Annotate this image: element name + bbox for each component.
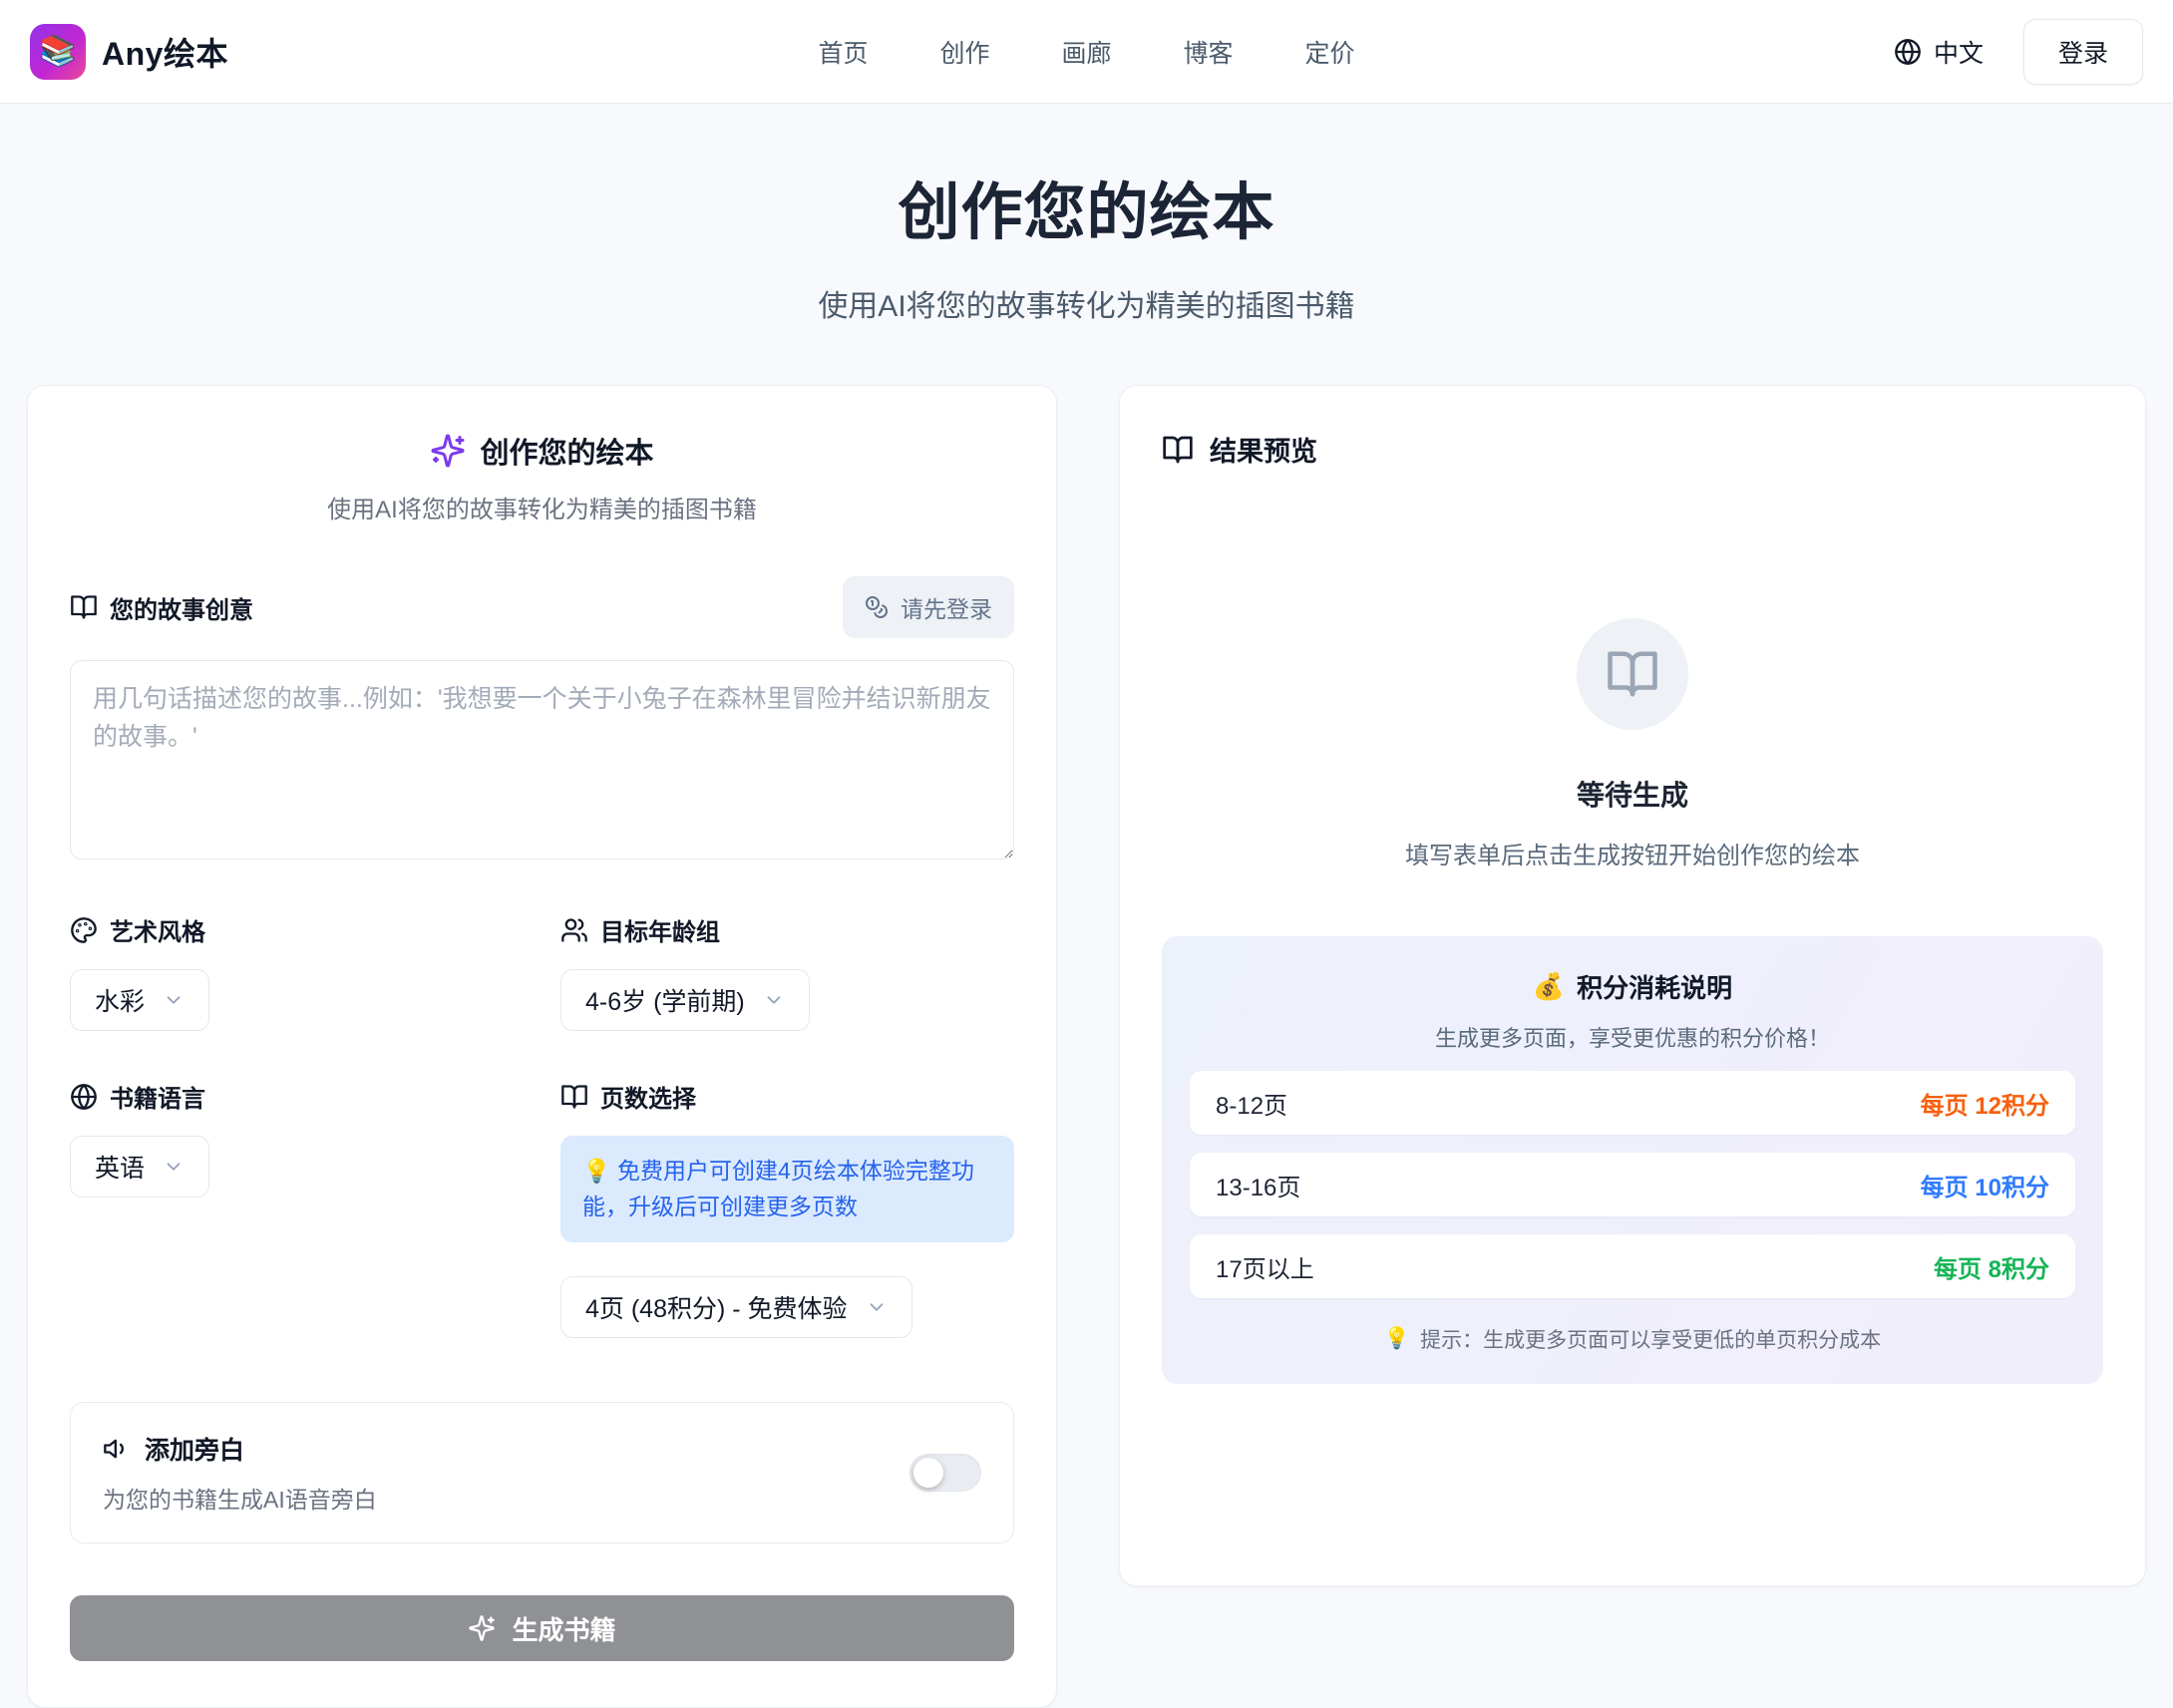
bulb-emoji: 💡 — [1384, 1327, 1410, 1351]
brand[interactable]: 📚 Any绘本 — [30, 24, 228, 80]
users-icon — [560, 916, 588, 944]
story-idea-label: 您的故事创意 — [110, 590, 253, 625]
narration-title: 添加旁白 — [145, 1431, 244, 1467]
bulb-emoji: 💡 — [582, 1158, 611, 1184]
globe-icon — [70, 1083, 98, 1111]
tier-price: 每页 8积分 — [1934, 1249, 2049, 1284]
book-language-label: 书籍语言 — [110, 1079, 205, 1114]
pages-label: 页数选择 — [600, 1079, 696, 1114]
chevron-down-icon — [763, 989, 785, 1011]
credits-subtitle: 生成更多页面，享受更优惠的积分价格！ — [1190, 1021, 2075, 1053]
nav-item-gallery[interactable]: 画廊 — [1061, 34, 1111, 70]
preview-card-title: 结果预览 — [1210, 430, 1317, 469]
money-bag-emoji: 💰 — [1533, 971, 1565, 1002]
nav-item-create[interactable]: 创作 — [939, 34, 989, 70]
age-group-label: 目标年龄组 — [600, 912, 720, 947]
narration-description: 为您的书籍生成AI语音旁白 — [103, 1481, 377, 1515]
generate-book-button[interactable]: 生成书籍 — [70, 1595, 1014, 1661]
nav-item-home[interactable]: 首页 — [818, 34, 868, 70]
app-logo-icon: 📚 — [30, 24, 86, 80]
tier-range: 8-12页 — [1216, 1086, 1287, 1121]
speaker-icon — [103, 1435, 131, 1463]
language-switcher[interactable]: 中文 — [1894, 34, 1984, 70]
nav-item-pricing[interactable]: 定价 — [1305, 34, 1355, 70]
book-open-icon — [1606, 647, 1659, 701]
chevron-down-icon — [163, 989, 184, 1011]
tier-price: 每页 10积分 — [1921, 1168, 2049, 1202]
tier-range: 13-16页 — [1216, 1168, 1300, 1202]
art-style-value: 水彩 — [95, 982, 145, 1018]
narration-option: 添加旁白 为您的书籍生成AI语音旁白 — [70, 1402, 1014, 1543]
login-button[interactable]: 登录 — [2023, 19, 2143, 85]
book-open-icon — [1162, 434, 1194, 466]
narration-toggle[interactable] — [909, 1454, 981, 1492]
age-group-value: 4-6岁 (学前期) — [585, 982, 745, 1018]
credit-tier-row: 17页以上 每页 8积分 — [1190, 1234, 2075, 1298]
credit-tier-row: 13-16页 每页 10积分 — [1190, 1153, 2075, 1216]
book-language-select[interactable]: 英语 — [70, 1136, 209, 1197]
chevron-down-icon — [163, 1156, 184, 1178]
books-emoji: 📚 — [39, 34, 76, 69]
globe-icon — [1894, 38, 1922, 66]
form-card-subtitle: 使用AI将您的故事转化为精美的插图书籍 — [70, 490, 1014, 524]
form-card-title: 创作您的绘本 — [480, 430, 653, 472]
login-first-label: 请先登录 — [901, 590, 992, 624]
login-first-button[interactable]: 请先登录 — [843, 576, 1014, 638]
pages-select[interactable]: 4页 (48积分) - 免费体验 — [560, 1276, 912, 1338]
tier-range: 17页以上 — [1216, 1249, 1314, 1284]
art-style-label: 艺术风格 — [110, 912, 205, 947]
book-open-icon — [70, 593, 98, 621]
credits-info-panel: 💰 积分消耗说明 生成更多页面，享受更优惠的积分价格！ 8-12页 每页 12积… — [1162, 936, 2103, 1384]
credit-tier-row: 8-12页 每页 12积分 — [1190, 1071, 2075, 1135]
empty-preview-state: 等待生成 填写表单后点击生成按钮开始创作您的绘本 — [1162, 618, 2103, 870]
toggle-knob — [913, 1458, 943, 1488]
tier-price: 每页 12积分 — [1921, 1086, 2049, 1121]
creation-form-card: 创作您的绘本 使用AI将您的故事转化为精美的插图书籍 您的故事创意 请先登录 — [27, 385, 1057, 1708]
pages-value: 4页 (48积分) - 免费体验 — [585, 1289, 848, 1325]
empty-state-title: 等待生成 — [1162, 774, 2103, 814]
free-tier-notice-text: 免费用户可创建4页绘本体验完整功能，升级后可创建更多页数 — [582, 1158, 974, 1219]
nav-item-blog[interactable]: 博客 — [1184, 34, 1234, 70]
free-tier-notice: 💡 免费用户可创建4页绘本体验完整功能，升级后可创建更多页数 — [560, 1136, 1014, 1242]
art-style-select[interactable]: 水彩 — [70, 969, 209, 1031]
hero-section: 创作您的绘本 使用AI将您的故事转化为精美的插图书籍 — [0, 104, 2173, 325]
credits-title: 积分消耗说明 — [1577, 968, 1732, 1005]
main-nav: 首页 创作 画廊 博客 定价 — [818, 34, 1354, 70]
page-subtitle: 使用AI将您的故事转化为精美的插图书籍 — [0, 281, 2173, 325]
page-title: 创作您的绘本 — [0, 162, 2173, 251]
top-navbar: 📚 Any绘本 首页 创作 画廊 博客 定价 中文 登录 — [0, 0, 2173, 104]
credits-tip-text: 提示：生成更多页面可以享受更低的单页积分成本 — [1420, 1324, 1881, 1354]
chevron-down-icon — [866, 1296, 888, 1318]
language-label: 中文 — [1934, 34, 1984, 70]
coins-icon — [865, 595, 889, 619]
app-title: Any绘本 — [102, 29, 228, 75]
sparkles-icon — [468, 1614, 496, 1642]
age-group-select[interactable]: 4-6岁 (学前期) — [560, 969, 810, 1031]
palette-icon — [70, 916, 98, 944]
story-idea-input[interactable] — [70, 660, 1014, 859]
book-language-value: 英语 — [95, 1149, 145, 1185]
empty-state-circle — [1577, 618, 1688, 730]
empty-state-description: 填写表单后点击生成按钮开始创作您的绘本 — [1162, 836, 2103, 870]
generate-book-label: 生成书籍 — [512, 1610, 615, 1647]
book-open-icon — [560, 1083, 588, 1111]
result-preview-card: 结果预览 等待生成 填写表单后点击生成按钮开始创作您的绘本 💰 积分消耗说明 生… — [1119, 385, 2146, 1586]
sparkles-icon — [430, 433, 466, 469]
